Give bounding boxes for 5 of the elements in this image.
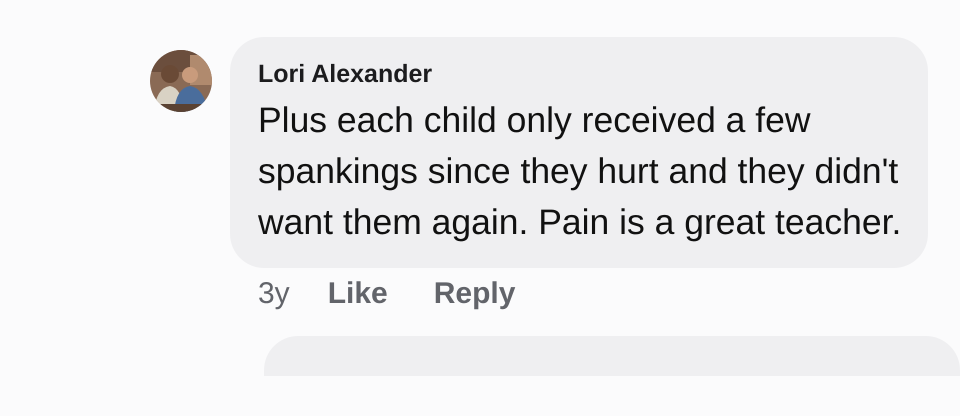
comment-text: Plus each child only received a few spankings since they hurt and they didn't want them again. Pain is a great teacher. — [258, 99, 902, 244]
author-name[interactable]: Lori Alexander — [258, 59, 902, 89]
timestamp: 3y — [258, 276, 290, 312]
like-link[interactable]: Like — [328, 276, 388, 312]
reply-link[interactable]: Reply — [434, 276, 516, 312]
